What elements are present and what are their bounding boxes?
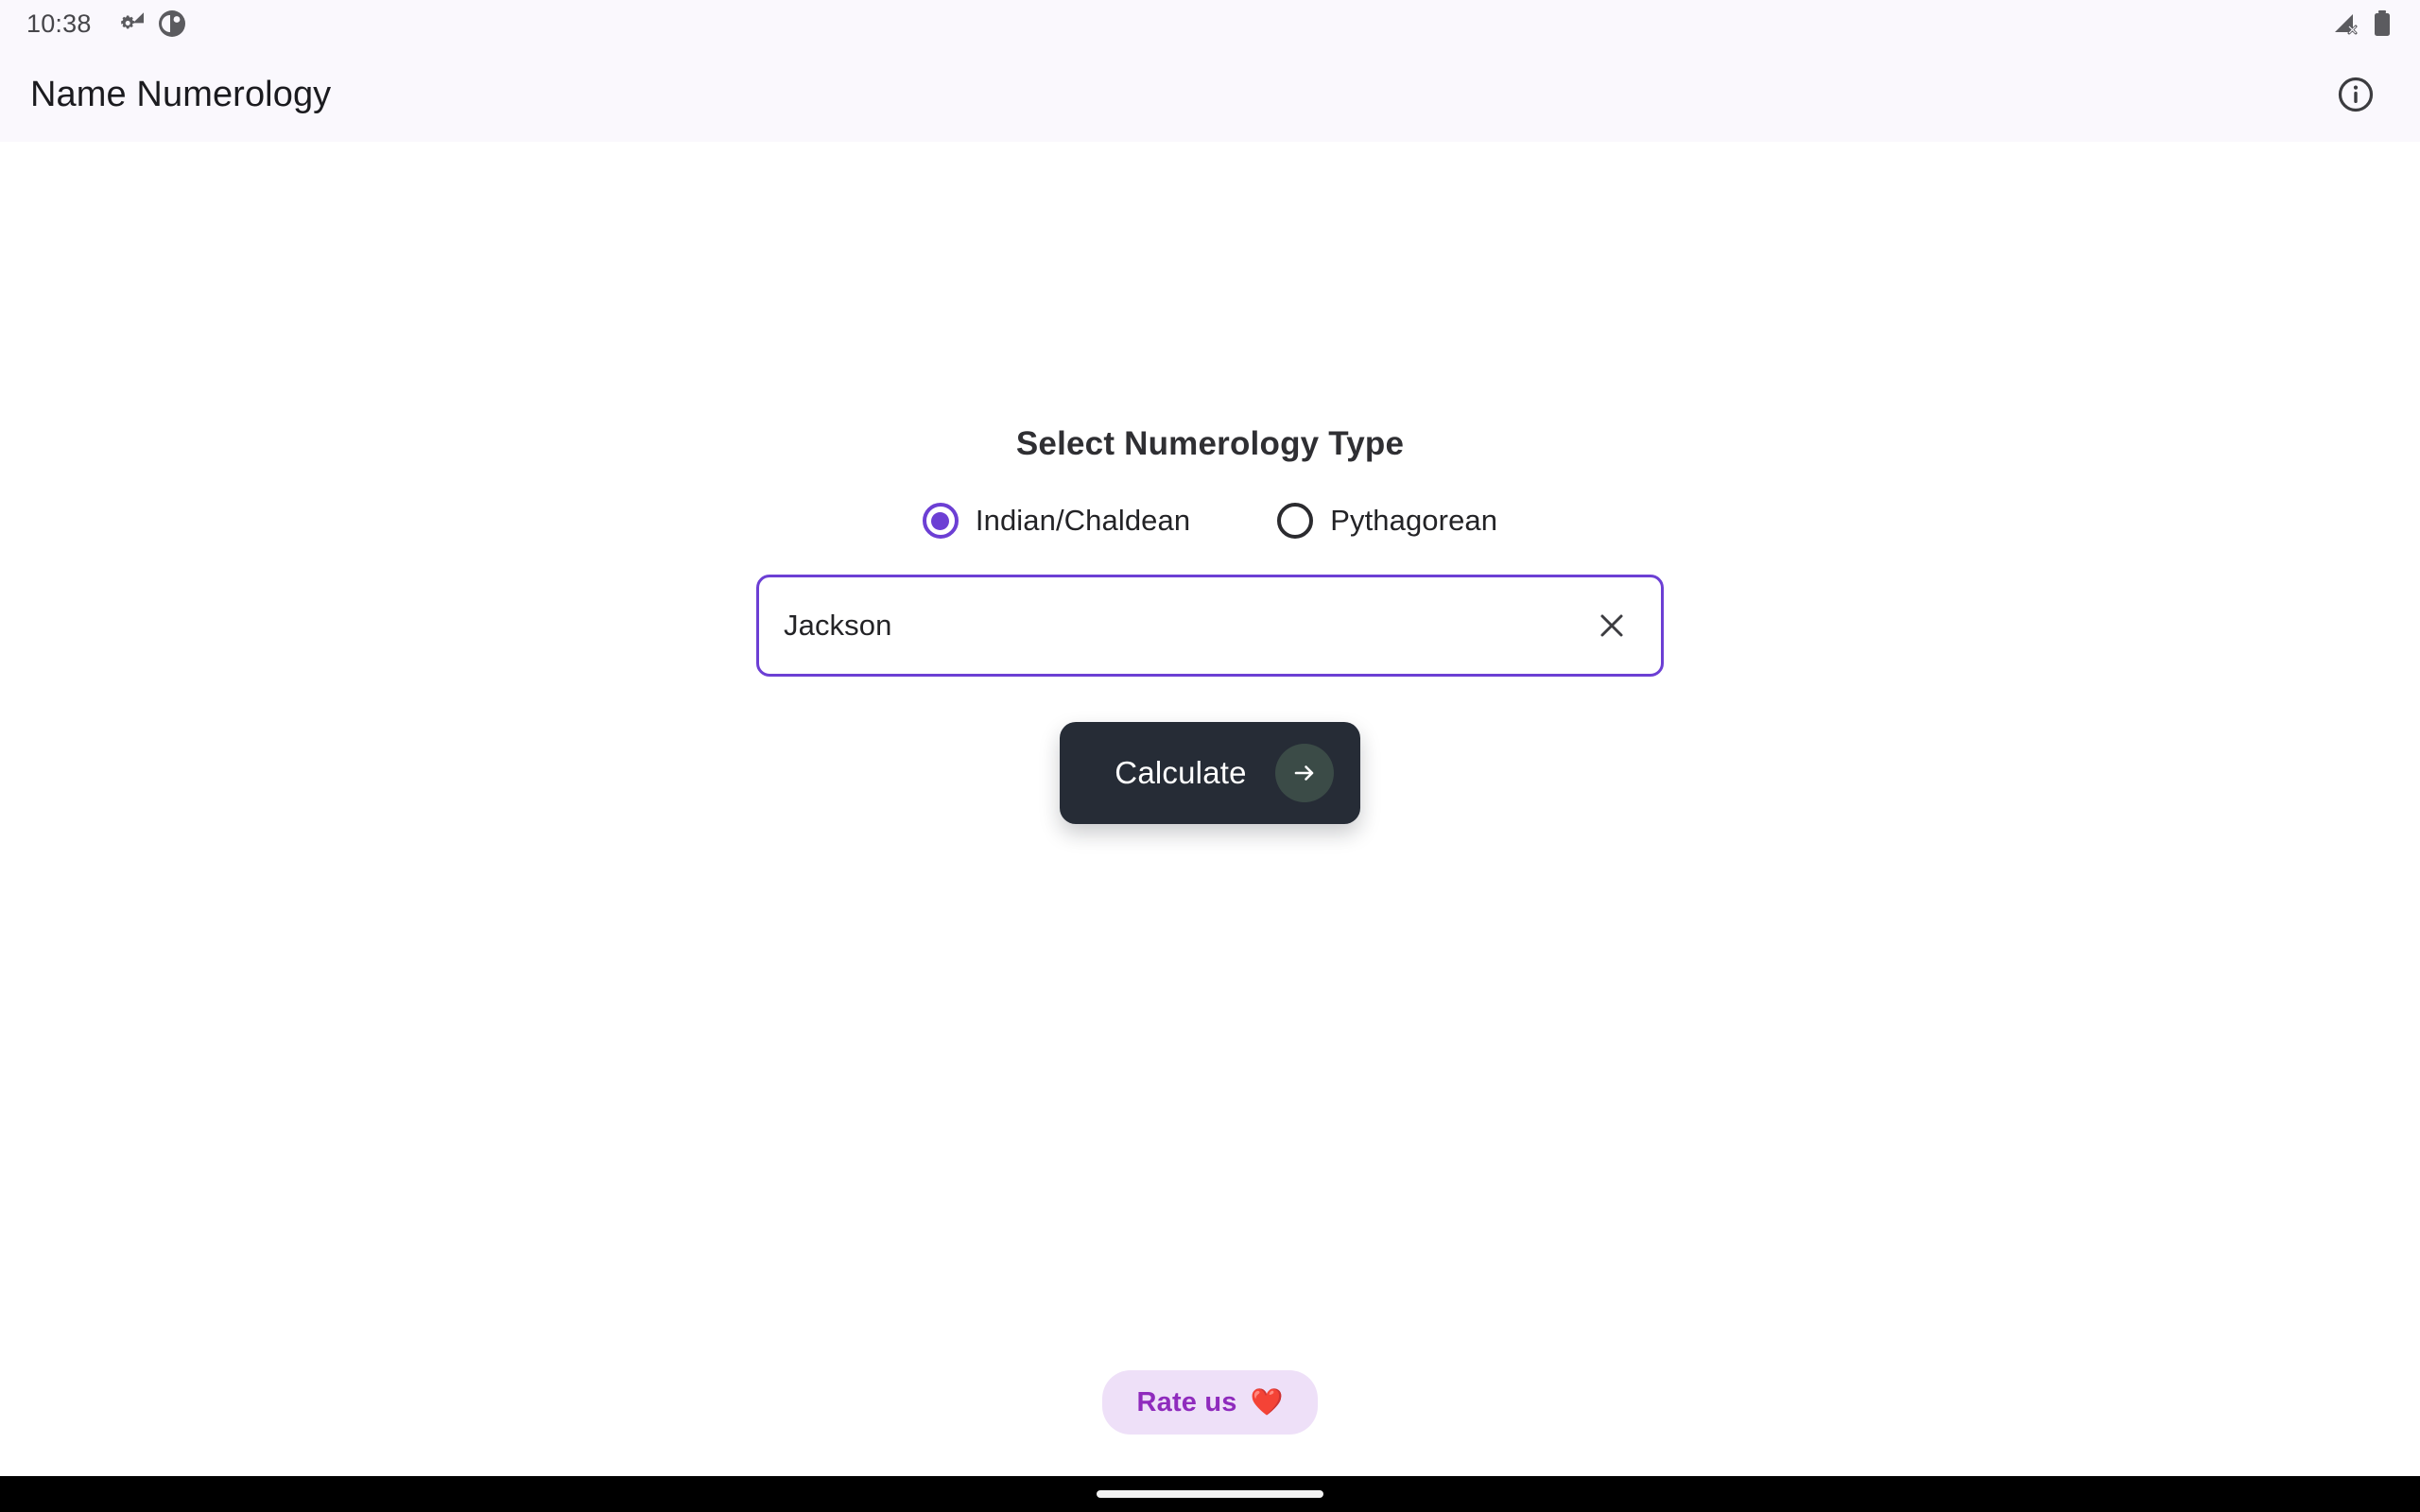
status-bar-left: 10:38 [26,9,186,38]
status-bar-right [2333,9,2392,38]
rate-us-area: Rate us ❤️ [0,1370,2420,1435]
close-icon [1596,610,1628,642]
name-input-field[interactable]: Jackson [756,575,1664,677]
app-screen: 10:38 Name Numerology Select Numerology … [0,0,2420,1512]
signal-no-service-icon [2333,10,2361,37]
settings-cast-icon [112,10,145,37]
status-clock: 10:38 [26,9,92,38]
arrow-right-icon [1289,758,1320,788]
calculate-button-label: Calculate [1115,755,1247,790]
radio-label-indian-chaldean: Indian/Chaldean [975,504,1191,537]
heart-icon: ❤️ [1250,1387,1284,1417]
radio-option-indian-chaldean[interactable]: Indian/Chaldean [922,503,1191,539]
main-content: Select Numerology Type Indian/Chaldean P… [0,142,2420,1476]
app-badge-icon [158,9,186,38]
battery-full-icon [2373,9,2392,38]
section-heading: Select Numerology Type [1015,425,1405,462]
radio-indicator-selected[interactable] [922,503,959,539]
radio-option-pythagorean[interactable]: Pythagorean [1277,503,1497,539]
numerology-form: Select Numerology Type Indian/Chaldean P… [0,425,2420,824]
calculate-button[interactable]: Calculate [1060,722,1360,824]
home-gesture-indicator[interactable] [1097,1490,1323,1498]
page-title: Name Numerology [30,74,332,114]
name-input-value[interactable]: Jackson [784,609,1585,643]
info-button[interactable] [2325,64,2386,125]
radio-indicator-unselected[interactable] [1277,503,1314,539]
status-bar: 10:38 [0,0,2420,47]
app-bar: Name Numerology [0,47,2420,142]
numerology-type-group: Indian/Chaldean Pythagorean [922,503,1497,539]
info-icon [2336,75,2376,114]
system-navigation-bar [0,1476,2420,1512]
rate-us-label: Rate us [1136,1386,1237,1418]
status-left-icons [112,9,186,38]
radio-dot [931,511,950,530]
calculate-arrow-badge [1274,744,1334,802]
radio-label-pythagorean: Pythagorean [1330,504,1498,537]
clear-input-button[interactable] [1585,599,1638,652]
rate-us-button[interactable]: Rate us ❤️ [1102,1370,1318,1435]
